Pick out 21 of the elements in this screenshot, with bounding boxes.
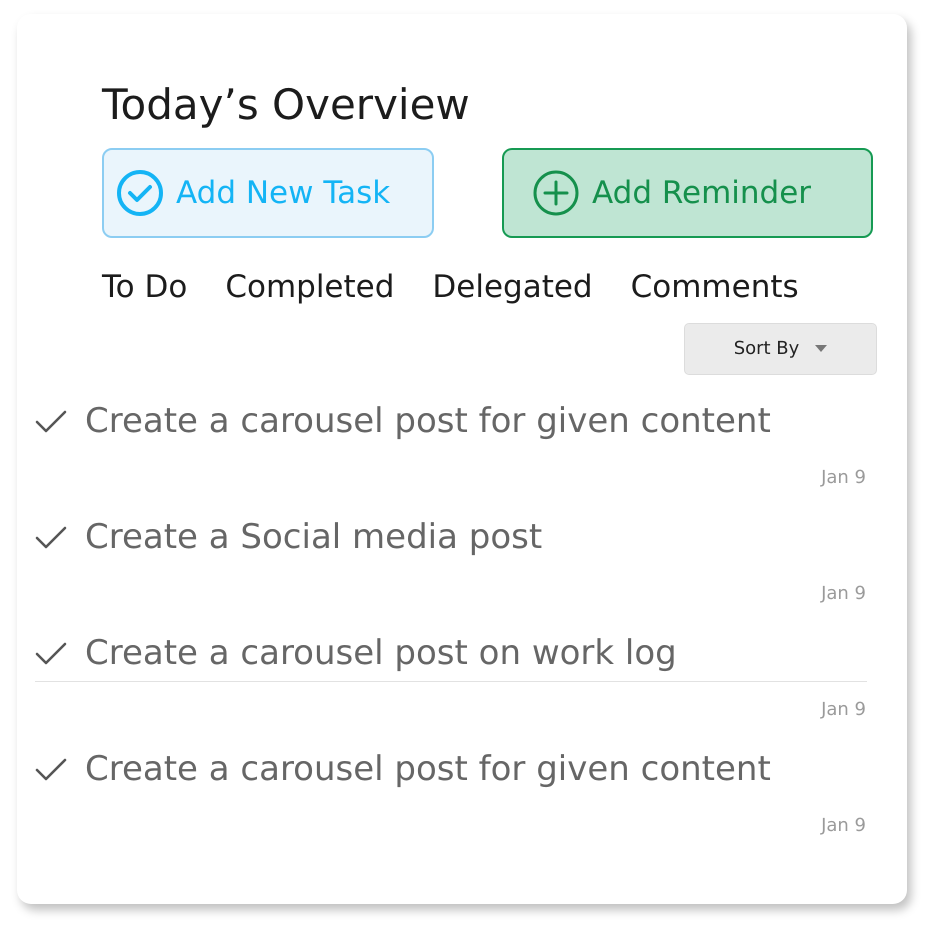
task-date: Jan 9 bbox=[821, 815, 866, 836]
check-icon bbox=[35, 642, 67, 666]
task-title: Create a carousel post on work log bbox=[85, 634, 677, 672]
tab[interactable]: Delegated bbox=[432, 264, 593, 311]
tab[interactable]: Completed bbox=[225, 264, 394, 311]
check-icon bbox=[35, 758, 67, 782]
page-title: Today’s Overview bbox=[102, 79, 471, 130]
check-icon bbox=[35, 410, 67, 434]
task-date: Jan 9 bbox=[821, 467, 866, 488]
tab[interactable]: To Do bbox=[102, 264, 188, 311]
task-date: Jan 9 bbox=[821, 583, 866, 604]
task-title: Create a carousel post for given content bbox=[85, 402, 771, 440]
tab[interactable]: Comments bbox=[630, 264, 799, 311]
caret-icon bbox=[815, 345, 828, 352]
check-icon bbox=[35, 526, 67, 550]
plus-circle-icon bbox=[532, 169, 580, 218]
sort-dropdown[interactable]: Sort By bbox=[684, 322, 877, 375]
task-title: Create a carousel post for given content bbox=[85, 750, 771, 788]
task-date: Jan 9 bbox=[821, 699, 866, 720]
check-circle-icon bbox=[116, 169, 164, 218]
task-title: Create a Social media post bbox=[85, 518, 542, 556]
